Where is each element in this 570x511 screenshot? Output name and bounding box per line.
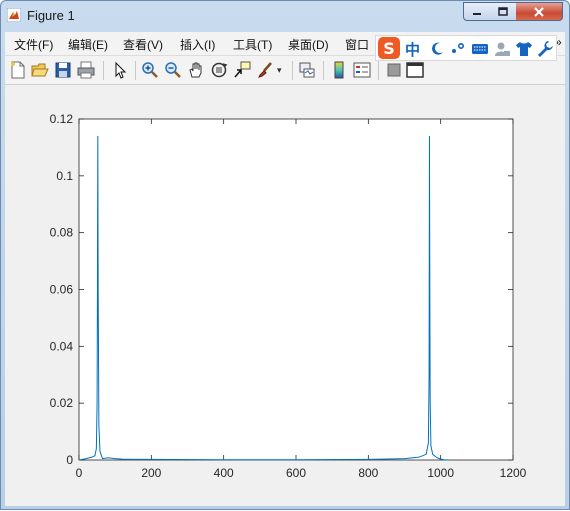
y-tick-label: 0.04: [50, 339, 74, 353]
brush-icon[interactable]: [256, 61, 274, 79]
figure-window: Figure 1 文件(F) 编辑(E) 查看(V) 插入(I) 工具(T) 桌…: [0, 0, 570, 510]
toolbar-separator: [103, 61, 104, 80]
minimize-button[interactable]: [463, 2, 491, 21]
maximize-icon: [498, 7, 508, 16]
toolbar-separator: [323, 61, 324, 80]
user-icon[interactable]: [493, 40, 511, 58]
menu-desktop[interactable]: 桌面(D): [288, 36, 329, 53]
y-tick-label: 0.1: [56, 169, 73, 183]
ime-mode-label[interactable]: 中: [405, 39, 420, 60]
line-plot[interactable]: 0 0.02 0.04 0.06 0.08 0.1 0.12 0 200 400 600 800 10…: [5, 85, 565, 506]
menu-insert[interactable]: 插入(I): [180, 36, 215, 53]
data-cursor-icon[interactable]: [233, 61, 251, 79]
moon-icon[interactable]: [428, 40, 446, 58]
ime-status-bar[interactable]: S 中: [375, 35, 557, 61]
colorbar-icon[interactable]: [330, 61, 348, 79]
save-icon[interactable]: [54, 61, 72, 79]
toolbar-separator: [135, 61, 136, 80]
rotate-3d-icon[interactable]: [210, 61, 228, 79]
print-icon[interactable]: [77, 61, 95, 79]
close-icon: [534, 6, 544, 17]
minimize-icon: [473, 12, 481, 15]
axes-background: [79, 119, 513, 460]
x-tick-label: 1000: [427, 466, 454, 480]
sogou-logo-icon[interactable]: S: [378, 37, 400, 59]
window-title: Figure 1: [27, 8, 75, 23]
menu-tools[interactable]: 工具(T): [233, 36, 272, 53]
x-tick-label: 1200: [500, 466, 527, 480]
dock-icon[interactable]: [406, 61, 424, 79]
toolbar-separator: [292, 61, 293, 80]
pan-hand-icon[interactable]: [187, 61, 205, 79]
skin-shirt-icon[interactable]: [515, 40, 533, 58]
menu-file[interactable]: 文件(F): [14, 36, 53, 53]
menu-window[interactable]: 窗口: [345, 36, 369, 53]
pointer-icon[interactable]: [111, 61, 129, 79]
link-plot-icon[interactable]: [298, 61, 316, 79]
menu-edit[interactable]: 编辑(E): [68, 36, 108, 53]
y-tick-label: 0: [66, 453, 73, 467]
y-tick-label: 0.08: [50, 226, 74, 240]
close-button[interactable]: [516, 2, 563, 21]
toolbar-separator: [378, 61, 379, 80]
new-figure-icon[interactable]: [9, 61, 27, 79]
legend-icon[interactable]: [353, 61, 371, 79]
x-tick-label: 200: [141, 466, 161, 480]
figure-canvas-area: 0 0.02 0.04 0.06 0.08 0.1 0.12 0 200 400 600 800 10…: [5, 85, 565, 506]
maximize-button[interactable]: [490, 2, 517, 21]
y-tick-label: 0.02: [50, 396, 74, 410]
x-tick-label: 0: [76, 466, 83, 480]
zoom-out-icon[interactable]: [164, 61, 182, 79]
hide-tools-icon[interactable]: [385, 61, 403, 79]
zoom-in-icon[interactable]: [141, 61, 159, 79]
x-tick-label: 800: [358, 466, 378, 480]
y-tick-label: 0.06: [50, 283, 74, 297]
keyboard-icon[interactable]: [471, 40, 489, 58]
menu-view[interactable]: 查看(V): [123, 36, 163, 53]
y-tick-label: 0.12: [50, 112, 74, 126]
title-bar[interactable]: Figure 1: [1, 1, 569, 31]
x-tick-label: 600: [286, 466, 306, 480]
matlab-logo-icon: [7, 8, 21, 22]
open-file-icon[interactable]: [31, 61, 49, 79]
punctuation-icon[interactable]: [449, 40, 467, 58]
x-tick-label: 400: [214, 466, 234, 480]
wrench-icon[interactable]: [536, 40, 554, 58]
